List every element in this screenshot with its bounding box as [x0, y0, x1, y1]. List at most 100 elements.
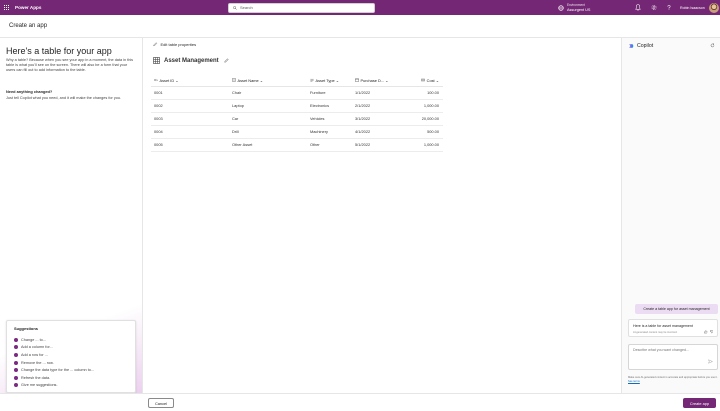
table-row[interactable]: 0004 Drill Machinery 4/1/2022 500.00: [151, 125, 443, 139]
table-icon: [153, 57, 160, 64]
chevron-down-icon: ⌄: [385, 77, 389, 83]
suggestion-dot-icon: [14, 337, 18, 342]
cell-purchase-date[interactable]: 4/1/2022: [352, 125, 402, 139]
cell-purchase-date[interactable]: 5/1/2022: [352, 138, 402, 152]
gear-icon[interactable]: [651, 4, 657, 11]
cell-asset-type[interactable]: Furniture: [307, 86, 352, 100]
user-message: Create a table app for asset management: [635, 304, 718, 314]
chevron-down-icon: ⌄: [435, 77, 439, 83]
info-panel: Here's a table for your app Why a table?…: [0, 38, 143, 393]
chevron-down-icon: ⌄: [259, 77, 264, 83]
cell-asset-type[interactable]: Machinery: [307, 125, 352, 139]
page-header: Create an app: [0, 15, 720, 38]
chevron-down-icon: ⌄: [175, 77, 179, 83]
cell-purchase-date[interactable]: 1/1/2022: [352, 86, 402, 100]
suggestion-item[interactable]: Refresh the data.: [14, 374, 128, 382]
column-header-asset-type[interactable]: Asset Type ⌄: [307, 75, 352, 87]
cell-purchase-date[interactable]: 3/1/2022: [352, 112, 402, 126]
suggestions-title: Suggestions: [14, 326, 39, 331]
key-icon: [154, 79, 158, 82]
cell-purchase-date[interactable]: 2/1/2022: [352, 99, 402, 113]
create-app-button[interactable]: Create app: [683, 398, 716, 408]
info-intro: Why a table? Because when you see your a…: [6, 58, 134, 73]
environment-picker[interactable]: Environment Assurgent US: [558, 2, 590, 13]
copilot-disclaimer: Make sure AI-generated content is accura…: [628, 376, 718, 383]
suggestion-dot-icon: [14, 368, 18, 373]
avatar[interactable]: [709, 2, 719, 13]
pencil-icon: [153, 42, 158, 47]
cell-asset-id[interactable]: 0003: [151, 112, 229, 126]
currency-icon: [421, 79, 425, 82]
table-row[interactable]: 0003 Car Vehicles 3/1/2022 20,000.00: [151, 112, 443, 126]
table-row[interactable]: 0002 Laptop Electronics 2/1/2022 1,000.0…: [151, 99, 443, 113]
suggestion-item[interactable]: Remove the ... row.: [14, 359, 128, 367]
cell-asset-name[interactable]: Chair: [229, 86, 307, 100]
environment-value: Assurgent US: [567, 7, 591, 12]
thumbs-down-icon[interactable]: [709, 330, 714, 334]
table-panel: Edit table properties Asset Management A…: [143, 38, 621, 393]
suggestion-item[interactable]: Add a column for...: [14, 344, 128, 352]
cell-asset-id[interactable]: 0002: [151, 99, 229, 113]
search-placeholder: Search: [240, 5, 253, 10]
info-subtext: Just tell Copilot what you need, and it …: [6, 96, 122, 100]
table-header-row: Asset ID ⌄ Asset Name ⌄ Asset Type ⌄ Pur…: [151, 75, 443, 87]
calendar-icon: [355, 78, 359, 83]
column-header-purchase-date[interactable]: Purchase D... ⌄: [352, 75, 402, 87]
data-table: Asset ID ⌄ Asset Name ⌄ Asset Type ⌄ Pur…: [151, 75, 443, 152]
cell-cost[interactable]: 20,000.00: [402, 112, 443, 126]
terms-link[interactable]: See terms: [628, 380, 640, 383]
copilot-input[interactable]: Describe what you want changed...: [628, 344, 718, 370]
chevron-down-icon: ⌄: [335, 77, 340, 83]
cell-cost[interactable]: 500.00: [402, 125, 443, 139]
suggestion-item[interactable]: Give me suggestions.: [14, 382, 128, 390]
suggestion-item[interactable]: Add a row for ...: [14, 351, 128, 359]
cell-cost[interactable]: 1,000.00: [402, 138, 443, 152]
cell-asset-id[interactable]: 0005: [151, 138, 229, 152]
cell-asset-name[interactable]: Laptop: [229, 99, 307, 113]
app-name[interactable]: Power Apps: [15, 5, 41, 10]
cell-asset-type[interactable]: Electronics: [307, 99, 352, 113]
copilot-message-meta: AI-generated content may be incorrect: [633, 330, 678, 334]
search-input[interactable]: Search: [228, 2, 375, 13]
suggestions-card: Suggestions Change ... to... Add a colum…: [6, 320, 136, 393]
suggestion-dot-icon: [14, 345, 18, 350]
cell-asset-name[interactable]: Drill: [229, 125, 307, 139]
column-header-asset-name[interactable]: Asset Name ⌄: [229, 75, 307, 87]
cell-asset-name[interactable]: Other Asset: [229, 138, 307, 152]
cell-asset-name[interactable]: Car: [229, 112, 307, 126]
cell-asset-type[interactable]: Vehicles: [307, 112, 352, 126]
text-column-icon: [232, 78, 236, 82]
send-icon[interactable]: [708, 359, 713, 364]
top-bar: Power Apps Search Environment Assurgent …: [0, 0, 720, 15]
refresh-icon[interactable]: [710, 43, 715, 48]
info-subheading: Need anything changed?: [6, 89, 53, 94]
copilot-message: Here is a table for asset management AI-…: [628, 319, 718, 337]
copilot-icon: [629, 44, 634, 48]
table-row[interactable]: 0001 Chair Furniture 1/1/2022 100.00: [151, 86, 443, 100]
cell-asset-type[interactable]: Other: [307, 138, 352, 152]
search-icon: [233, 5, 237, 10]
thumbs-up-icon[interactable]: [704, 330, 708, 334]
suggestion-item[interactable]: Change the data type for the ... column …: [14, 366, 128, 374]
user-name[interactable]: Robin Isaacson: [680, 0, 705, 15]
copilot-input-placeholder: Describe what you want changed...: [633, 348, 689, 352]
column-header-asset-id[interactable]: Asset ID ⌄: [151, 75, 229, 87]
cell-asset-id[interactable]: 0004: [151, 125, 229, 139]
cancel-button[interactable]: Cancel: [148, 398, 174, 408]
choice-column-icon: [310, 79, 314, 82]
bell-icon[interactable]: [635, 4, 641, 11]
app-launcher-icon[interactable]: [4, 4, 10, 11]
rename-table-pencil-icon[interactable]: [224, 58, 229, 63]
table-name: Asset Management: [164, 57, 219, 64]
cell-asset-id[interactable]: 0001: [151, 86, 229, 100]
cell-cost[interactable]: 1,000.00: [402, 99, 443, 113]
column-header-cost[interactable]: Cost ⌄: [402, 75, 443, 87]
cell-cost[interactable]: 100.00: [402, 86, 443, 100]
table-row[interactable]: 0005 Other Asset Other 5/1/2022 1,000.00: [151, 138, 443, 152]
copilot-message-text: Here is a table for asset management: [633, 323, 693, 328]
suggestion-item[interactable]: Change ... to...: [14, 336, 128, 344]
help-icon[interactable]: [666, 4, 672, 11]
brand: Power Apps: [4, 0, 41, 15]
edit-table-properties-label: Edit table properties: [160, 42, 197, 47]
edit-table-properties-button[interactable]: Edit table properties: [153, 42, 196, 47]
